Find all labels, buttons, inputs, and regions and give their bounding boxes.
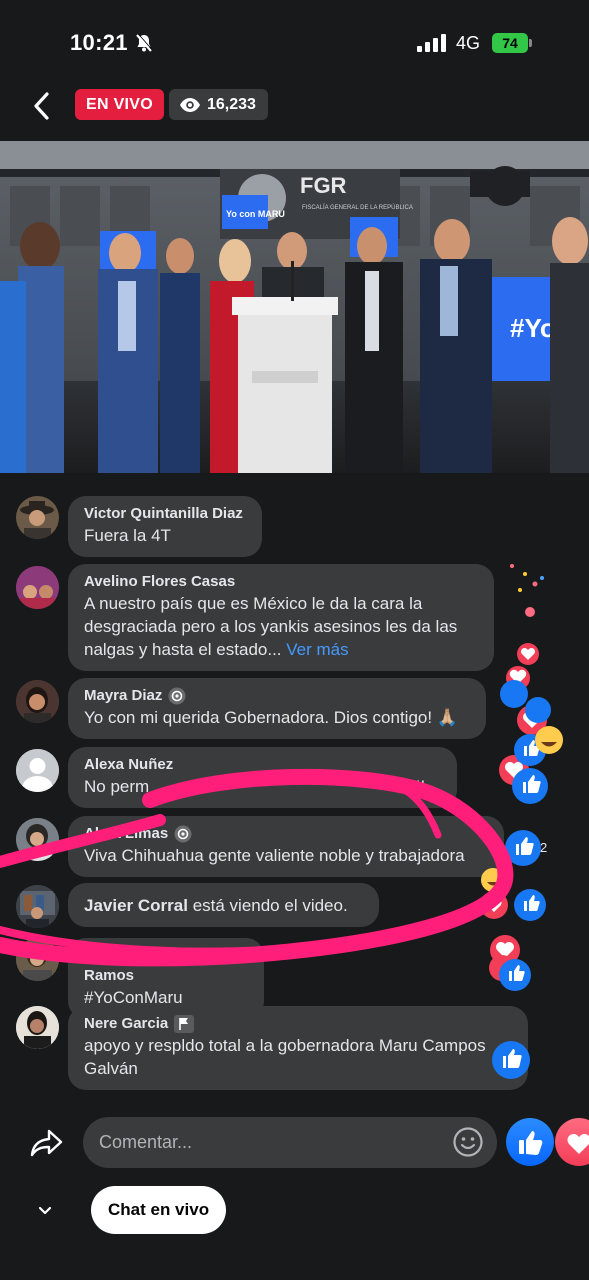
- share-icon[interactable]: [30, 1126, 64, 1160]
- avatar[interactable]: [16, 566, 59, 609]
- comment-author[interactable]: Victor Quintanilla Diaz: [84, 504, 246, 524]
- battery-level: 74: [492, 33, 528, 53]
- comment-bubble[interactable]: Alexa Nuñez No perm aru!!: [68, 747, 457, 808]
- reaction-count: 2: [540, 840, 548, 855]
- avatar[interactable]: [16, 1006, 59, 1049]
- status-time: 10:21: [70, 30, 128, 55]
- badge-icon: [174, 825, 192, 843]
- avatar[interactable]: [16, 496, 59, 539]
- chevron-down-icon[interactable]: [36, 1201, 54, 1219]
- live-badge: EN VIVO: [75, 89, 165, 120]
- comment-input[interactable]: [83, 1117, 497, 1168]
- avatar[interactable]: [16, 680, 59, 723]
- love-reaction-icon: [480, 643, 547, 981]
- comment-text: está viendo el video.: [192, 896, 348, 915]
- flag-badge-icon: [174, 1015, 195, 1033]
- live-video[interactable]: FGR FISCALÍA GENERAL DE LA REPÚBLICA Yo …: [0, 141, 589, 473]
- fgr-sign-sub: FISCALÍA GENERAL DE LA REPÚBLICA: [302, 204, 413, 211]
- comment-author[interactable]: Mayra Diaz: [84, 686, 162, 706]
- live-header: EN VIVO 16,233: [0, 84, 589, 128]
- status-bar: 10:21 4G 74: [0, 0, 589, 88]
- comment-author[interactable]: Alexa Nuñez: [84, 755, 441, 775]
- comment-text: A nuestro país que es México le da la ca…: [84, 594, 458, 659]
- like-reaction-button[interactable]: [506, 1118, 554, 1166]
- avatar[interactable]: [16, 885, 59, 928]
- eye-icon: [180, 97, 200, 112]
- signal-icon: [417, 34, 446, 52]
- avatar[interactable]: [16, 938, 59, 981]
- comment-author-row: Alma Limas: [84, 824, 488, 844]
- thumbs-up-icon: [519, 1131, 543, 1155]
- comment-text-wrap: No perm aru!!: [84, 775, 441, 798]
- comment-bubble[interactable]: Javier Corral está viendo el video.: [68, 883, 379, 927]
- comment-bubble[interactable]: Victor Quintanilla Diaz Fuera la 4T: [68, 496, 262, 557]
- comment-text-wrap: A nuestro país que es México le da la ca…: [84, 592, 478, 661]
- top-fan-badge-icon: [168, 687, 186, 705]
- comment-text: No perm: [84, 777, 150, 796]
- comment-text: Yo con mi querida Gobernadora. Dios cont…: [84, 708, 458, 727]
- placard-text: Yo con MARU: [226, 209, 285, 219]
- comment-author[interactable]: Alma Limas: [84, 824, 168, 844]
- comment-composer: [0, 1108, 589, 1178]
- viewer-count-badge: 16,233: [169, 89, 268, 120]
- comment-bubble[interactable]: Avelino Flores Casas A nuestro país que …: [68, 564, 494, 671]
- live-chat-button[interactable]: Chat en vivo: [91, 1186, 227, 1234]
- heart-icon: [567, 1134, 589, 1154]
- video-frame-scene: FGR FISCALÍA GENERAL DE LA REPÚBLICA Yo …: [0, 141, 589, 473]
- comment-bubble[interactable]: Mayra Diaz Yo con mi querida Gobernadora…: [68, 678, 486, 739]
- fgr-sign: FGR: [300, 173, 347, 198]
- comment-author-row: Nere Garcia: [84, 1014, 512, 1034]
- comment-author[interactable]: Javier Corral: [84, 896, 188, 915]
- footer-bar: Chat en vivo: [0, 1186, 589, 1236]
- viewer-count: 16,233: [207, 95, 256, 113]
- battery-indicator: 74: [492, 33, 534, 53]
- avatar[interactable]: [16, 818, 59, 861]
- emoji-icon[interactable]: [452, 1126, 484, 1158]
- love-reaction-button[interactable]: [555, 1118, 589, 1166]
- viewer-activity-row: Javier Corral está viendo el video.: [84, 894, 363, 917]
- back-arrow-icon[interactable]: [28, 88, 56, 124]
- comment-text-tail: aru!!: [391, 777, 426, 796]
- comment-text: Viva Chihuahua gente valiente noble y tr…: [84, 846, 465, 865]
- comment-author[interactable]: Verónica Baeza Ramos: [84, 946, 248, 986]
- comment-author[interactable]: Nere Garcia: [84, 1014, 168, 1034]
- bell-muted-icon: [136, 33, 153, 52]
- comment-author-row: Mayra Diaz: [84, 686, 470, 706]
- avatar[interactable]: [16, 749, 59, 792]
- network-type: 4G: [456, 33, 481, 53]
- comment-bubble[interactable]: Nere Garcia apoyo y respldo total a la g…: [68, 1006, 528, 1090]
- see-more-link[interactable]: Ver más: [286, 640, 348, 659]
- svg-text:#Yo: #Yo: [510, 313, 556, 343]
- comment-author[interactable]: Avelino Flores Casas: [84, 572, 478, 592]
- comment-bubble[interactable]: Alma Limas Viva Chihuahua gente valiente…: [68, 816, 504, 877]
- comment-text: Fuera la 4T: [84, 526, 171, 545]
- confetti: [510, 564, 544, 617]
- battery-tip: [529, 39, 532, 47]
- comment-text: apoyo y respldo total a la gobernadora M…: [84, 1036, 486, 1078]
